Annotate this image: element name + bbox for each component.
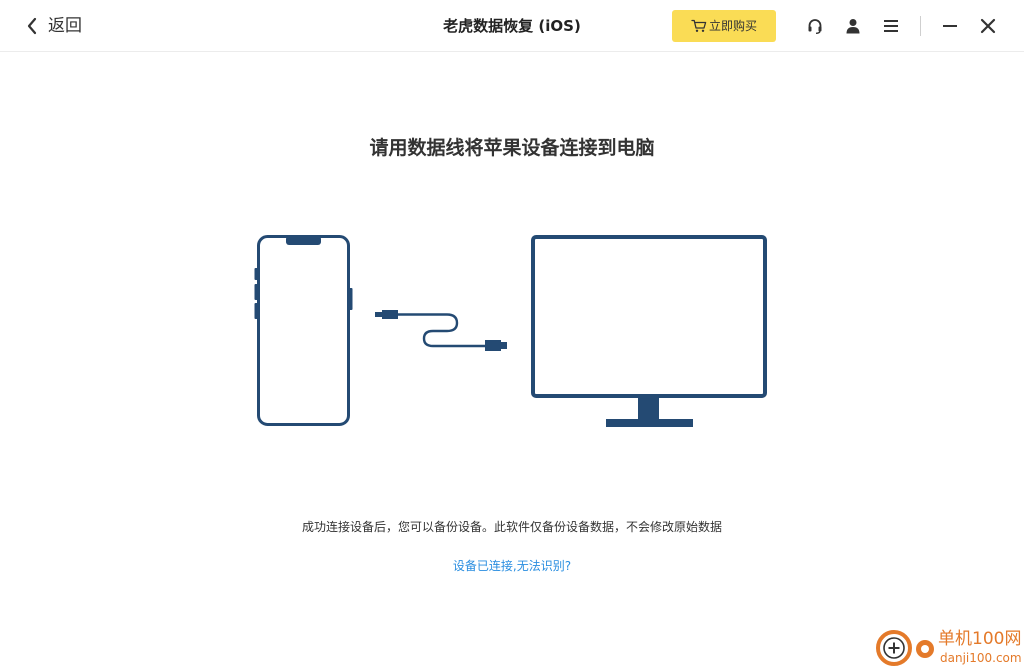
- watermark-dot-icon: [916, 640, 934, 658]
- hint-text: 成功连接设备后，您可以备份设备。此软件仅备份设备数据，不会修改原始数据: [301, 520, 722, 534]
- close-icon[interactable]: [978, 16, 998, 36]
- phone-icon: [254, 235, 353, 426]
- buy-now-label: 立即购买: [708, 19, 757, 33]
- user-icon[interactable]: [843, 16, 863, 36]
- app-window: 返回 老虎数据恢复 (iOS) 立即购买 请用数据线将苹果设备连接到电脑 成功连…: [0, 0, 1024, 670]
- menu-icon[interactable]: [881, 16, 901, 36]
- minimize-icon[interactable]: [940, 16, 960, 36]
- app-title: 老虎数据恢复 (iOS): [443, 17, 581, 35]
- watermark-brand: 单机100网: [938, 629, 1022, 649]
- buy-now-button[interactable]: 立即购买: [672, 10, 776, 42]
- back-button[interactable]: 返回: [26, 13, 82, 39]
- title-bar-divider: [920, 16, 921, 36]
- cable-icon: [375, 310, 507, 351]
- watermark-url: danji100.com: [940, 651, 1022, 665]
- help-link-row: 设备已连接,无法识别?: [0, 558, 1024, 574]
- chevron-left-icon: [27, 17, 37, 35]
- watermark-logo-icon: [876, 630, 912, 666]
- watermark: 单机100网 danji100.com: [876, 628, 1024, 670]
- device-not-recognized-link[interactable]: 设备已连接,无法识别?: [453, 559, 571, 573]
- page-headline: 请用数据线将苹果设备连接到电脑: [369, 137, 655, 159]
- back-label: 返回: [48, 16, 82, 36]
- title-bar: 返回 老虎数据恢复 (iOS) 立即购买: [0, 0, 1024, 52]
- headset-icon[interactable]: [805, 16, 825, 36]
- connect-illustration: [254, 235, 767, 427]
- cart-icon: [691, 19, 707, 32]
- monitor-icon: [531, 235, 767, 427]
